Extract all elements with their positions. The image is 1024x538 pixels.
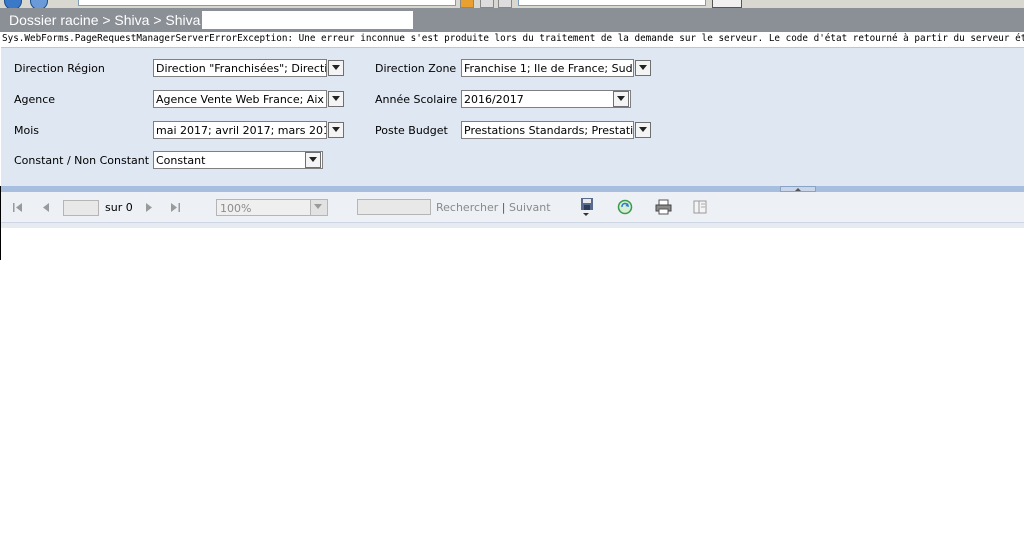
address-bar[interactable] (78, 0, 456, 6)
breadcrumb-blank-box (202, 11, 413, 29)
feed-icon[interactable] (460, 0, 474, 8)
prev-page-icon[interactable] (41, 202, 51, 213)
poste-budget-label: Poste Budget (375, 124, 448, 137)
find-input[interactable] (357, 199, 431, 215)
parameters-panel: Direction Région Direction "Franchisées"… (1, 47, 1024, 187)
constant-dropdown-icon[interactable] (305, 152, 321, 168)
error-message: Sys.WebForms.PageRequestManagerServerErr… (2, 33, 1024, 44)
direction-region-label: Direction Région (14, 62, 105, 75)
page-number-input[interactable] (63, 200, 99, 216)
find-link[interactable]: Rechercher (436, 201, 498, 214)
refresh-browser-icon[interactable] (480, 0, 494, 8)
agence-value: Agence Vente Web France; Aix (156, 93, 324, 106)
export-icon[interactable] (580, 197, 596, 217)
constant-select[interactable]: Constant (153, 151, 323, 169)
direction-zone-label: Direction Zone (375, 62, 457, 75)
zoom-select[interactable]: 100% (216, 199, 328, 216)
annee-scolaire-label: Année Scolaire (375, 93, 458, 106)
mois-dropdown-icon[interactable] (328, 122, 344, 138)
last-page-icon[interactable] (169, 202, 181, 213)
mois-label: Mois (14, 124, 40, 137)
direction-zone-dropdown-icon[interactable] (635, 60, 651, 76)
agence-label: Agence (14, 93, 56, 106)
browser-chrome (0, 0, 1024, 8)
forward-icon[interactable] (30, 0, 48, 8)
direction-zone-value: Franchise 1; Ile de France; Sud (464, 62, 633, 75)
constant-value: Constant (156, 154, 206, 167)
stop-icon[interactable] (498, 0, 512, 8)
browser-search-box[interactable] (518, 0, 706, 6)
report-toolbar: sur 0 100% Rechercher | Suivant (1, 192, 1024, 223)
browser-tool-button[interactable] (712, 0, 742, 8)
mois-value: mai 2017; avril 2017; mars 2017 (156, 124, 326, 137)
poste-budget-value: Prestations Standards; Prestations (464, 124, 633, 137)
direction-region-dropdown-icon[interactable] (328, 60, 344, 76)
print-icon[interactable] (655, 199, 672, 215)
breadcrumb-bar: Dossier racine > Shiva > Shiva > (0, 8, 1024, 32)
toolbar-bottom-strip (1, 223, 1024, 228)
mois-field[interactable]: mai 2017; avril 2017; mars 2017 (153, 121, 327, 139)
direction-zone-field[interactable]: Franchise 1; Ile de France; Sud (461, 59, 634, 77)
back-icon[interactable] (4, 0, 22, 8)
agence-dropdown-icon[interactable] (328, 91, 344, 107)
breadcrumb[interactable]: Dossier racine > Shiva > Shiva > (9, 12, 213, 28)
find-links: Rechercher | Suivant (436, 201, 551, 214)
document-map-icon[interactable] (693, 200, 707, 214)
first-page-icon[interactable] (12, 202, 24, 213)
constant-label: Constant / Non Constant (14, 154, 150, 167)
frame-left-border (0, 186, 1, 260)
poste-budget-field[interactable]: Prestations Standards; Prestations (461, 121, 634, 139)
direction-region-value: Direction "Franchisées"; Direction (156, 62, 326, 75)
annee-scolaire-dropdown-icon[interactable] (613, 91, 629, 107)
annee-scolaire-value: 2016/2017 (464, 93, 524, 106)
direction-region-field[interactable]: Direction "Franchisées"; Direction (153, 59, 327, 77)
refresh-icon[interactable] (617, 199, 633, 215)
find-next-link[interactable]: Suivant (509, 201, 551, 214)
zoom-value: 100% (220, 202, 252, 215)
next-page-icon[interactable] (144, 202, 154, 213)
poste-budget-dropdown-icon[interactable] (635, 122, 651, 138)
annee-scolaire-select[interactable]: 2016/2017 (461, 90, 631, 108)
zoom-dropdown-icon[interactable] (310, 200, 327, 215)
agence-field[interactable]: Agence Vente Web France; Aix (153, 90, 327, 108)
find-separator: | (501, 201, 506, 214)
page-count-label: sur 0 (105, 201, 133, 214)
